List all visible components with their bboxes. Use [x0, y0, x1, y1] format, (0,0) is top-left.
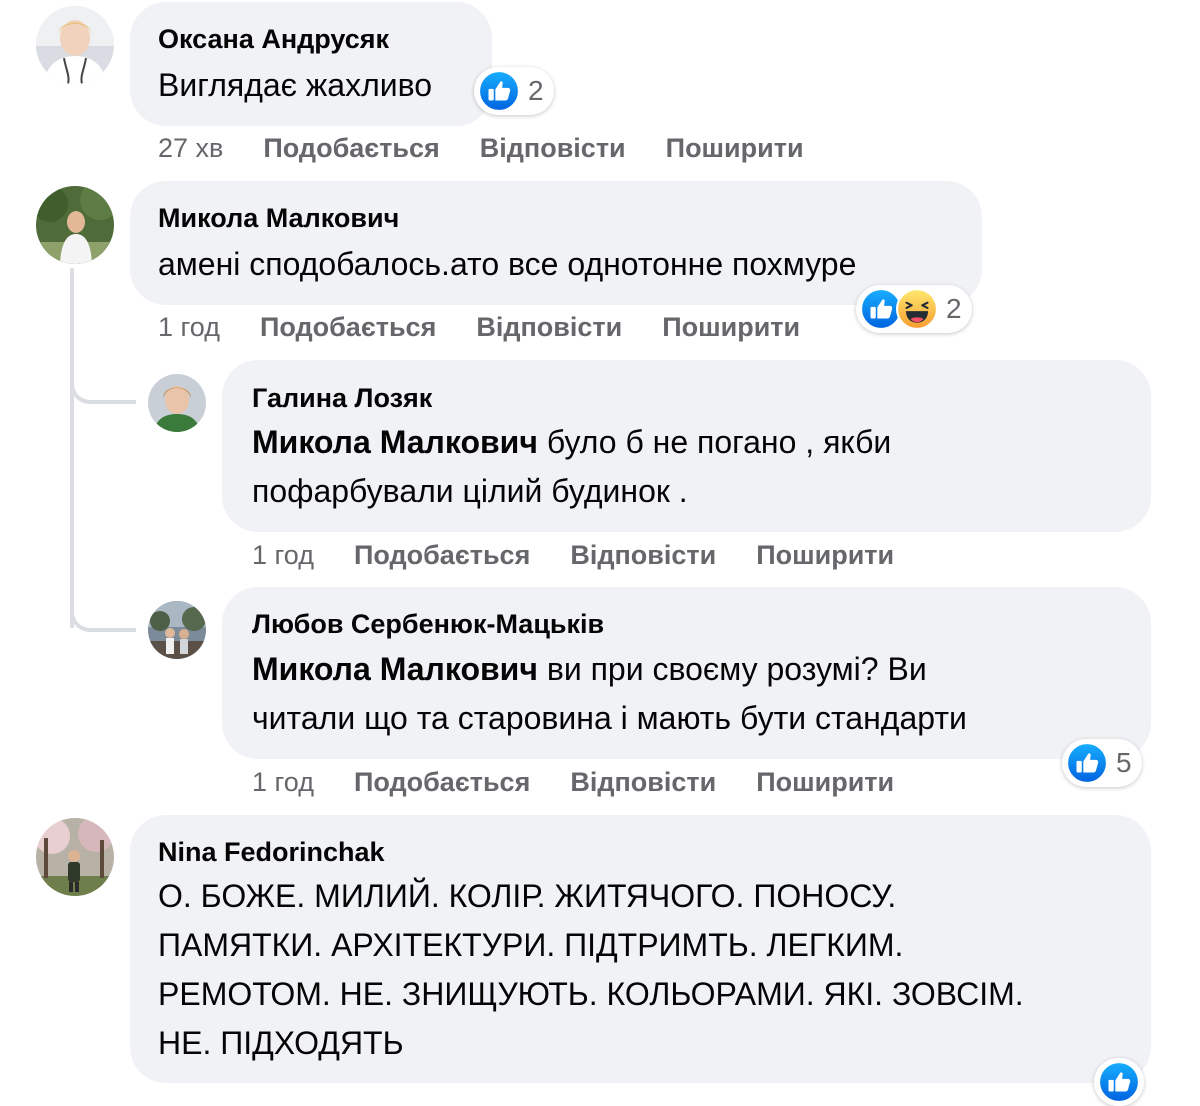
- reaction-summary[interactable]: 2: [856, 285, 972, 333]
- share-button[interactable]: Поширити: [662, 312, 800, 343]
- share-button[interactable]: Поширити: [756, 767, 894, 798]
- like-button[interactable]: Подобається: [354, 767, 530, 798]
- comment-time[interactable]: 1 год: [252, 767, 314, 798]
- comment-actions: 1 год Подобається Відповісти Поширити: [252, 540, 934, 571]
- mention-link[interactable]: Микола Малкович: [252, 424, 538, 460]
- comment-author[interactable]: Nina Fedorinchak: [158, 837, 385, 868]
- avatar[interactable]: [36, 818, 114, 896]
- like-icon: [478, 70, 520, 112]
- reaction-count: 2: [528, 75, 544, 106]
- share-button[interactable]: Поширити: [756, 540, 894, 571]
- avatar[interactable]: [36, 186, 114, 264]
- avatar[interactable]: [36, 6, 114, 84]
- comment-author[interactable]: Любов Сербенюк-Мацьків: [252, 609, 604, 640]
- comment-text-line-1: О. БОЖЕ. МИЛИЙ. КОЛІР. ЖИТЯЧОГО. ПОНОСУ.: [158, 878, 897, 914]
- share-button[interactable]: Поширити: [666, 133, 804, 164]
- comment-time[interactable]: 1 год: [252, 540, 314, 571]
- comment-text: Виглядає жахливо: [158, 67, 433, 103]
- like-button[interactable]: Подобається: [260, 312, 436, 343]
- comment-actions: 1 год Подобається Відповісти Поширити: [252, 767, 934, 798]
- comment-text: Микола Малкович ви при своєму розумі? Ви: [252, 645, 927, 694]
- comment-text-line-1: ви при своєму розумі? Ви: [537, 651, 927, 687]
- like-button[interactable]: Подобається: [354, 540, 530, 571]
- comment-time[interactable]: 1 год: [158, 312, 220, 343]
- like-button[interactable]: Подобається: [263, 133, 439, 164]
- like-icon: [1066, 742, 1108, 784]
- reply-button[interactable]: Відповісти: [570, 767, 716, 798]
- comment-author[interactable]: Микола Малкович: [158, 203, 399, 234]
- comment-text: Микола Малкович було б не погано , якби: [252, 418, 891, 467]
- reaction-count: 2: [946, 293, 962, 324]
- reply-button[interactable]: Відповісти: [476, 312, 622, 343]
- like-icon: [1098, 1061, 1140, 1103]
- comment-text-line-3: РЕМОТОМ. НЕ. ЗНИЩУЮТЬ. КОЛЬОРАМИ. ЯКІ. З…: [158, 976, 1024, 1012]
- comment-text-line-4: НЕ. ПІДХОДЯТЬ: [158, 1025, 404, 1061]
- comment-author[interactable]: Галина Лозяк: [252, 383, 432, 414]
- thread-line-branch-1: [70, 360, 136, 404]
- comment-text: амені сподобалось.ато все однотонне похм…: [158, 246, 857, 282]
- comment-text-line-2: ПАМЯТКИ. АРХІТЕКТУРИ. ПІДТРИМТЬ. ЛЕГКИМ.: [158, 927, 904, 963]
- avatar[interactable]: [148, 601, 206, 659]
- mention-link[interactable]: Микола Малкович: [252, 651, 538, 687]
- comment-actions: 27 хв Подобається Відповісти Поширити: [158, 133, 844, 164]
- reply-button[interactable]: Відповісти: [570, 540, 716, 571]
- comment-time[interactable]: 27 хв: [158, 133, 223, 164]
- comment-text-line-2: читали що та старовина і мають бути стан…: [252, 700, 967, 736]
- reaction-summary[interactable]: 2: [474, 67, 554, 115]
- reaction-count: 5: [1116, 747, 1132, 778]
- reaction-summary[interactable]: 5: [1062, 739, 1142, 787]
- comment-text-line-1: було б не погано , якби: [537, 424, 892, 460]
- comment-actions: 1 год Подобається Відповісти Поширити: [158, 312, 840, 343]
- reply-button[interactable]: Відповісти: [480, 133, 626, 164]
- thread-line-vertical: [70, 268, 74, 628]
- comment-author[interactable]: Оксана Андрусяк: [158, 24, 389, 55]
- haha-icon: [896, 288, 938, 330]
- thread-line-branch-2: [70, 588, 136, 632]
- avatar[interactable]: [148, 374, 206, 432]
- comment-text-line-2: пофарбували цілий будинок .: [252, 473, 688, 509]
